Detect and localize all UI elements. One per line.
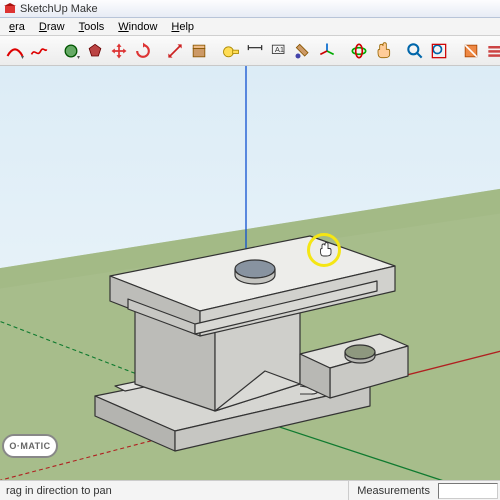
title-bar: SketchUp Make (0, 0, 500, 18)
zoom-tool[interactable] (404, 39, 426, 63)
move-tool[interactable] (108, 39, 130, 63)
text-tool[interactable]: A1 (268, 39, 290, 63)
viewport-3d[interactable]: O·MATIC (0, 66, 500, 480)
circle-tool[interactable] (60, 39, 82, 63)
rotate-tool[interactable] (132, 39, 154, 63)
status-bar: rag in direction to pan Measurements (0, 480, 500, 500)
arc-tool[interactable] (4, 39, 26, 63)
tape-tool[interactable] (220, 39, 242, 63)
menu-era[interactable]: era (2, 20, 32, 34)
menu-bar: eraDrawToolsWindowHelp (0, 18, 500, 36)
status-hint: rag in direction to pan (0, 485, 348, 497)
menu-help[interactable]: Help (164, 20, 201, 34)
measurements-label: Measurements (348, 481, 438, 500)
scale-tool[interactable] (164, 39, 186, 63)
orbit-tool[interactable] (348, 39, 370, 63)
svg-text:A1: A1 (275, 44, 284, 53)
dimension-tool[interactable] (244, 39, 266, 63)
app-icon (4, 3, 16, 15)
zoom-extents-tool[interactable] (428, 39, 450, 63)
main-toolbar: A1 (0, 36, 500, 66)
watermark-badge: O·MATIC (2, 434, 58, 458)
scene (0, 66, 500, 480)
menu-window[interactable]: Window (111, 20, 164, 34)
pushpull-tool[interactable] (188, 39, 210, 63)
pan-tool[interactable] (372, 39, 394, 63)
outliner-tool[interactable] (484, 39, 500, 63)
axes-tool[interactable] (316, 39, 338, 63)
menu-tools[interactable]: Tools (72, 20, 112, 34)
freehand-tool[interactable] (28, 39, 50, 63)
measurements-input[interactable] (438, 483, 498, 499)
polygon-tool[interactable] (84, 39, 106, 63)
paint-tool[interactable] (292, 39, 314, 63)
menu-draw[interactable]: Draw (32, 20, 72, 34)
app-title: SketchUp Make (20, 3, 98, 15)
section-tool[interactable] (460, 39, 482, 63)
